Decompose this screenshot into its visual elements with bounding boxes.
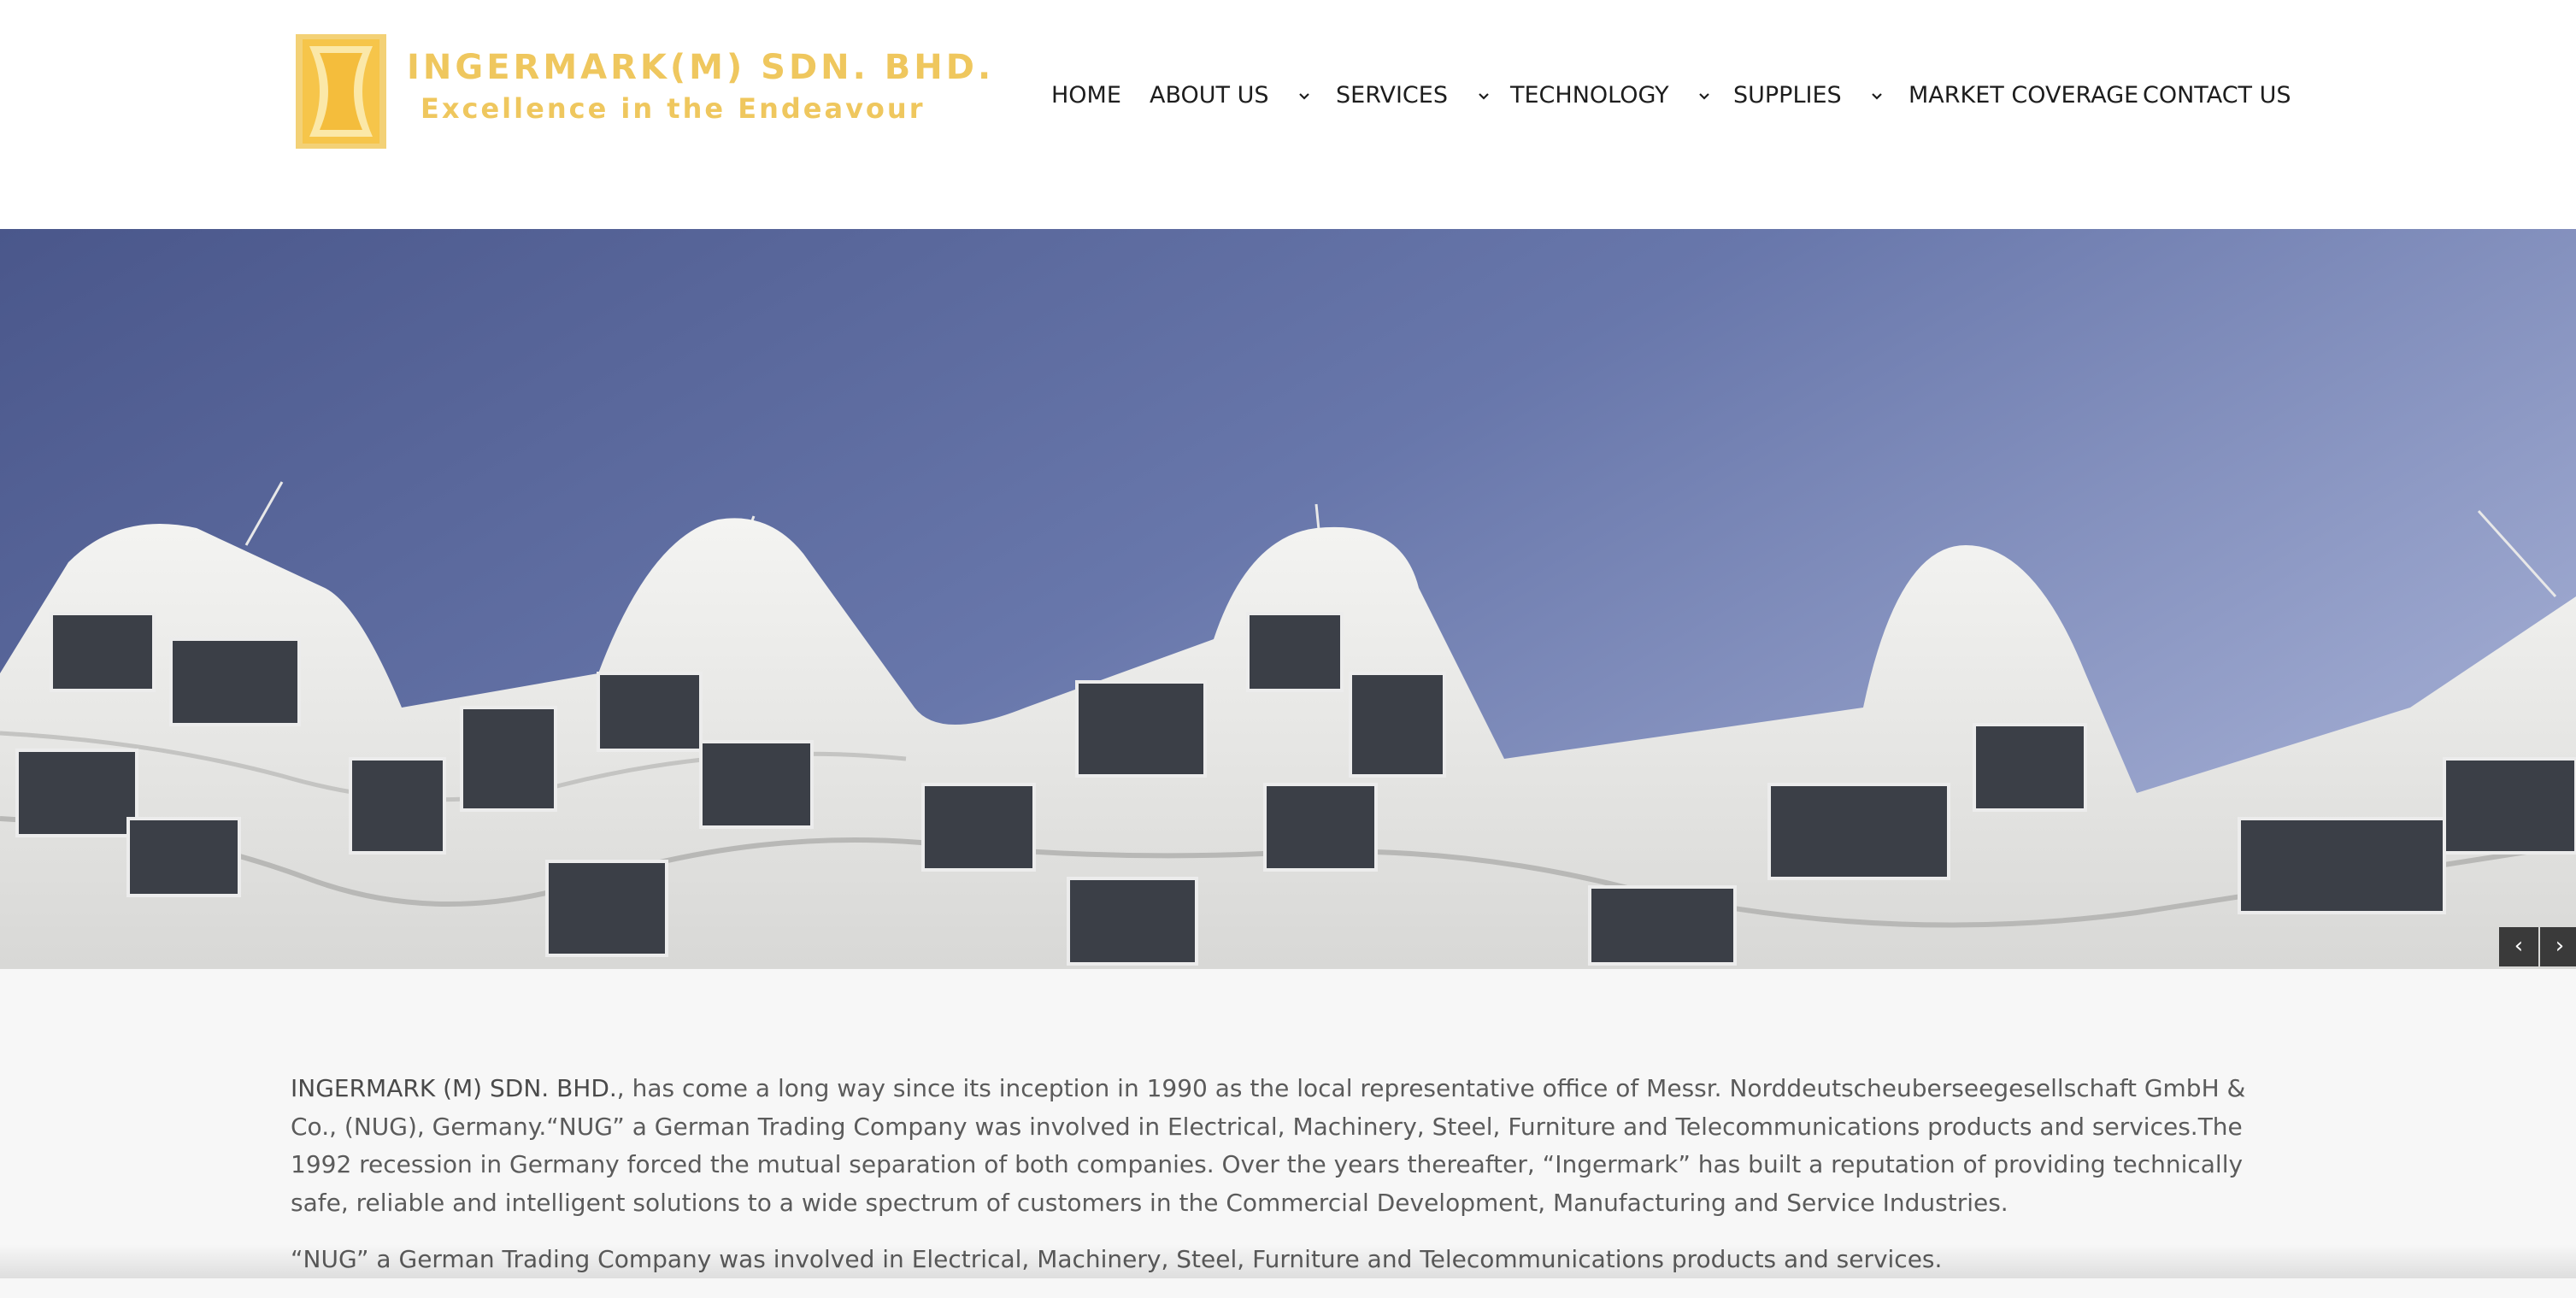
- nav-item-market-coverage[interactable]: MARKET COVERAGE: [1908, 79, 2138, 113]
- chevron-down-icon: [1699, 92, 1709, 100]
- intro-paragraph: INGERMARK (M) SDN. BHD., has come a long…: [291, 1070, 2291, 1222]
- nug-paragraph: “NUG” a German Trading Company was invol…: [291, 1245, 1943, 1273]
- nav-item-label: HOME: [1051, 82, 1121, 109]
- nav-item-home[interactable]: HOME: [1051, 79, 1121, 113]
- chevron-down-icon: [1299, 92, 1309, 100]
- slider-prev-button[interactable]: ‹: [2499, 927, 2538, 966]
- nav-item-label: TECHNOLOGY: [1510, 82, 1669, 109]
- nav-item-label: SUPPLIES: [1733, 82, 1842, 109]
- nav-item-label: CONTACT US: [2143, 82, 2291, 109]
- brand-tagline: Excellence in the Endeavour: [421, 92, 926, 125]
- intro-section: INGERMARK (M) SDN. BHD., has come a long…: [291, 1070, 2291, 1298]
- logo-icon[interactable]: [296, 34, 386, 149]
- nav-item-label: ABOUT US: [1150, 82, 1269, 109]
- brand-name[interactable]: INGERMARK(M) SDN. BHD.: [407, 48, 994, 87]
- nav-item-about-us[interactable]: ABOUT US: [1150, 79, 1312, 113]
- chevron-down-icon: [1872, 92, 1883, 100]
- company-name: INGERMARK (M) SDN. BHD.: [291, 1074, 617, 1102]
- slider-next-button[interactable]: ›: [2540, 927, 2576, 966]
- site-header: INGERMARK(M) SDN. BHD. Excellence in the…: [0, 0, 2576, 229]
- nav-item-label: MARKET COVERAGE: [1908, 82, 2139, 109]
- nav-item-services[interactable]: SERVICES: [1336, 79, 1491, 113]
- nav-item-supplies[interactable]: SUPPLIES: [1733, 79, 1885, 113]
- nav-item-label: SERVICES: [1336, 82, 1448, 109]
- nav-item-technology[interactable]: TECHNOLOGY: [1510, 79, 1712, 113]
- chevron-down-icon: [1478, 92, 1489, 100]
- nav-item-contact-us[interactable]: CONTACT US: [2143, 79, 2291, 113]
- hero-slider: [0, 229, 2576, 969]
- hero-building-image: [0, 229, 2576, 969]
